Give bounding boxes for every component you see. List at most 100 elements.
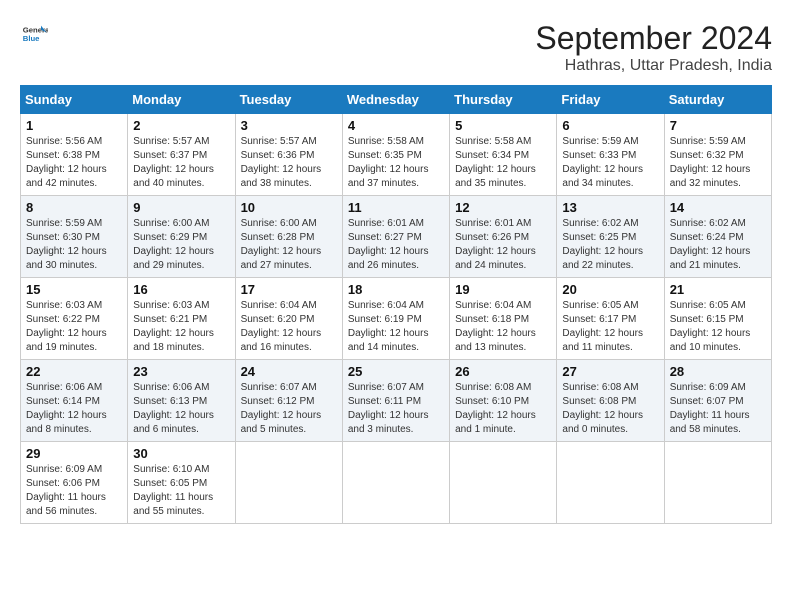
calendar-day-21: 21 Sunrise: 6:05 AM Sunset: 6:15 PM Dayl… (664, 278, 771, 360)
day-info: Sunrise: 6:00 AM Sunset: 6:29 PM Dayligh… (133, 217, 229, 273)
calendar-day-4: 4 Sunrise: 5:58 AM Sunset: 6:35 PM Dayli… (342, 114, 449, 196)
page-title: September 2024 (535, 20, 772, 57)
day-info: Sunrise: 6:04 AM Sunset: 6:18 PM Dayligh… (455, 299, 551, 355)
day-info: Sunrise: 6:01 AM Sunset: 6:26 PM Dayligh… (455, 217, 551, 273)
day-number: 27 (562, 364, 658, 379)
calendar-week-row: 1 Sunrise: 5:56 AM Sunset: 6:38 PM Dayli… (21, 114, 772, 196)
day-number: 2 (133, 118, 229, 133)
calendar-day-20: 20 Sunrise: 6:05 AM Sunset: 6:17 PM Dayl… (557, 278, 664, 360)
header-wednesday: Wednesday (342, 86, 449, 114)
day-number: 8 (26, 200, 122, 215)
day-number: 26 (455, 364, 551, 379)
day-number: 6 (562, 118, 658, 133)
calendar-day-17: 17 Sunrise: 6:04 AM Sunset: 6:20 PM Dayl… (235, 278, 342, 360)
day-number: 11 (348, 200, 444, 215)
calendar-day-7: 7 Sunrise: 5:59 AM Sunset: 6:32 PM Dayli… (664, 114, 771, 196)
calendar-day-8: 8 Sunrise: 5:59 AM Sunset: 6:30 PM Dayli… (21, 196, 128, 278)
calendar-day-24: 24 Sunrise: 6:07 AM Sunset: 6:12 PM Dayl… (235, 360, 342, 442)
day-number: 3 (241, 118, 337, 133)
empty-cell (557, 442, 664, 524)
calendar-week-row: 8 Sunrise: 5:59 AM Sunset: 6:30 PM Dayli… (21, 196, 772, 278)
day-info: Sunrise: 6:00 AM Sunset: 6:28 PM Dayligh… (241, 217, 337, 273)
header-tuesday: Tuesday (235, 86, 342, 114)
calendar-day-29: 29 Sunrise: 6:09 AM Sunset: 6:06 PM Dayl… (21, 442, 128, 524)
day-info: Sunrise: 6:03 AM Sunset: 6:21 PM Dayligh… (133, 299, 229, 355)
day-number: 14 (670, 200, 766, 215)
day-info: Sunrise: 6:09 AM Sunset: 6:07 PM Dayligh… (670, 381, 766, 437)
calendar-day-18: 18 Sunrise: 6:04 AM Sunset: 6:19 PM Dayl… (342, 278, 449, 360)
day-info: Sunrise: 6:02 AM Sunset: 6:25 PM Dayligh… (562, 217, 658, 273)
day-number: 15 (26, 282, 122, 297)
header-sunday: Sunday (21, 86, 128, 114)
day-info: Sunrise: 6:03 AM Sunset: 6:22 PM Dayligh… (26, 299, 122, 355)
day-info: Sunrise: 5:56 AM Sunset: 6:38 PM Dayligh… (26, 135, 122, 191)
empty-cell (342, 442, 449, 524)
calendar-day-6: 6 Sunrise: 5:59 AM Sunset: 6:33 PM Dayli… (557, 114, 664, 196)
day-info: Sunrise: 6:09 AM Sunset: 6:06 PM Dayligh… (26, 463, 122, 519)
day-number: 23 (133, 364, 229, 379)
day-number: 24 (241, 364, 337, 379)
calendar-day-25: 25 Sunrise: 6:07 AM Sunset: 6:11 PM Dayl… (342, 360, 449, 442)
page-header: General Blue September 2024 Hathras, Utt… (20, 20, 772, 75)
day-number: 25 (348, 364, 444, 379)
calendar-day-30: 30 Sunrise: 6:10 AM Sunset: 6:05 PM Dayl… (128, 442, 235, 524)
logo-icon: General Blue (20, 20, 48, 48)
day-number: 30 (133, 446, 229, 461)
header-thursday: Thursday (450, 86, 557, 114)
header-friday: Friday (557, 86, 664, 114)
calendar-day-23: 23 Sunrise: 6:06 AM Sunset: 6:13 PM Dayl… (128, 360, 235, 442)
calendar-day-2: 2 Sunrise: 5:57 AM Sunset: 6:37 PM Dayli… (128, 114, 235, 196)
calendar-day-28: 28 Sunrise: 6:09 AM Sunset: 6:07 PM Dayl… (664, 360, 771, 442)
calendar-day-27: 27 Sunrise: 6:08 AM Sunset: 6:08 PM Dayl… (557, 360, 664, 442)
day-number: 16 (133, 282, 229, 297)
day-number: 7 (670, 118, 766, 133)
calendar-day-13: 13 Sunrise: 6:02 AM Sunset: 6:25 PM Dayl… (557, 196, 664, 278)
day-number: 20 (562, 282, 658, 297)
calendar-day-5: 5 Sunrise: 5:58 AM Sunset: 6:34 PM Dayli… (450, 114, 557, 196)
day-info: Sunrise: 6:06 AM Sunset: 6:13 PM Dayligh… (133, 381, 229, 437)
empty-cell (664, 442, 771, 524)
day-number: 13 (562, 200, 658, 215)
svg-text:Blue: Blue (23, 34, 40, 43)
day-info: Sunrise: 5:57 AM Sunset: 6:36 PM Dayligh… (241, 135, 337, 191)
page-subtitle: Hathras, Uttar Pradesh, India (535, 57, 772, 75)
calendar-week-row: 29 Sunrise: 6:09 AM Sunset: 6:06 PM Dayl… (21, 442, 772, 524)
day-info: Sunrise: 5:59 AM Sunset: 6:32 PM Dayligh… (670, 135, 766, 191)
day-info: Sunrise: 6:05 AM Sunset: 6:17 PM Dayligh… (562, 299, 658, 355)
logo: General Blue (20, 20, 52, 48)
calendar-day-12: 12 Sunrise: 6:01 AM Sunset: 6:26 PM Dayl… (450, 196, 557, 278)
day-info: Sunrise: 5:57 AM Sunset: 6:37 PM Dayligh… (133, 135, 229, 191)
day-number: 28 (670, 364, 766, 379)
calendar-day-15: 15 Sunrise: 6:03 AM Sunset: 6:22 PM Dayl… (21, 278, 128, 360)
day-info: Sunrise: 5:59 AM Sunset: 6:30 PM Dayligh… (26, 217, 122, 273)
calendar-day-22: 22 Sunrise: 6:06 AM Sunset: 6:14 PM Dayl… (21, 360, 128, 442)
calendar-day-19: 19 Sunrise: 6:04 AM Sunset: 6:18 PM Dayl… (450, 278, 557, 360)
day-info: Sunrise: 6:08 AM Sunset: 6:08 PM Dayligh… (562, 381, 658, 437)
header-monday: Monday (128, 86, 235, 114)
day-info: Sunrise: 6:05 AM Sunset: 6:15 PM Dayligh… (670, 299, 766, 355)
empty-cell (450, 442, 557, 524)
day-number: 17 (241, 282, 337, 297)
calendar-day-14: 14 Sunrise: 6:02 AM Sunset: 6:24 PM Dayl… (664, 196, 771, 278)
calendar-day-16: 16 Sunrise: 6:03 AM Sunset: 6:21 PM Dayl… (128, 278, 235, 360)
header-saturday: Saturday (664, 86, 771, 114)
day-info: Sunrise: 6:04 AM Sunset: 6:19 PM Dayligh… (348, 299, 444, 355)
calendar-table: Sunday Monday Tuesday Wednesday Thursday… (20, 85, 772, 524)
day-info: Sunrise: 5:58 AM Sunset: 6:34 PM Dayligh… (455, 135, 551, 191)
calendar-header-row: Sunday Monday Tuesday Wednesday Thursday… (21, 86, 772, 114)
calendar-day-10: 10 Sunrise: 6:00 AM Sunset: 6:28 PM Dayl… (235, 196, 342, 278)
day-number: 9 (133, 200, 229, 215)
day-number: 22 (26, 364, 122, 379)
title-area: September 2024 Hathras, Uttar Pradesh, I… (535, 20, 772, 75)
calendar-week-row: 15 Sunrise: 6:03 AM Sunset: 6:22 PM Dayl… (21, 278, 772, 360)
day-info: Sunrise: 6:08 AM Sunset: 6:10 PM Dayligh… (455, 381, 551, 437)
calendar-week-row: 22 Sunrise: 6:06 AM Sunset: 6:14 PM Dayl… (21, 360, 772, 442)
day-info: Sunrise: 5:58 AM Sunset: 6:35 PM Dayligh… (348, 135, 444, 191)
day-info: Sunrise: 6:06 AM Sunset: 6:14 PM Dayligh… (26, 381, 122, 437)
day-info: Sunrise: 6:07 AM Sunset: 6:11 PM Dayligh… (348, 381, 444, 437)
day-info: Sunrise: 6:10 AM Sunset: 6:05 PM Dayligh… (133, 463, 229, 519)
day-number: 10 (241, 200, 337, 215)
day-info: Sunrise: 6:01 AM Sunset: 6:27 PM Dayligh… (348, 217, 444, 273)
day-number: 5 (455, 118, 551, 133)
calendar-day-11: 11 Sunrise: 6:01 AM Sunset: 6:27 PM Dayl… (342, 196, 449, 278)
